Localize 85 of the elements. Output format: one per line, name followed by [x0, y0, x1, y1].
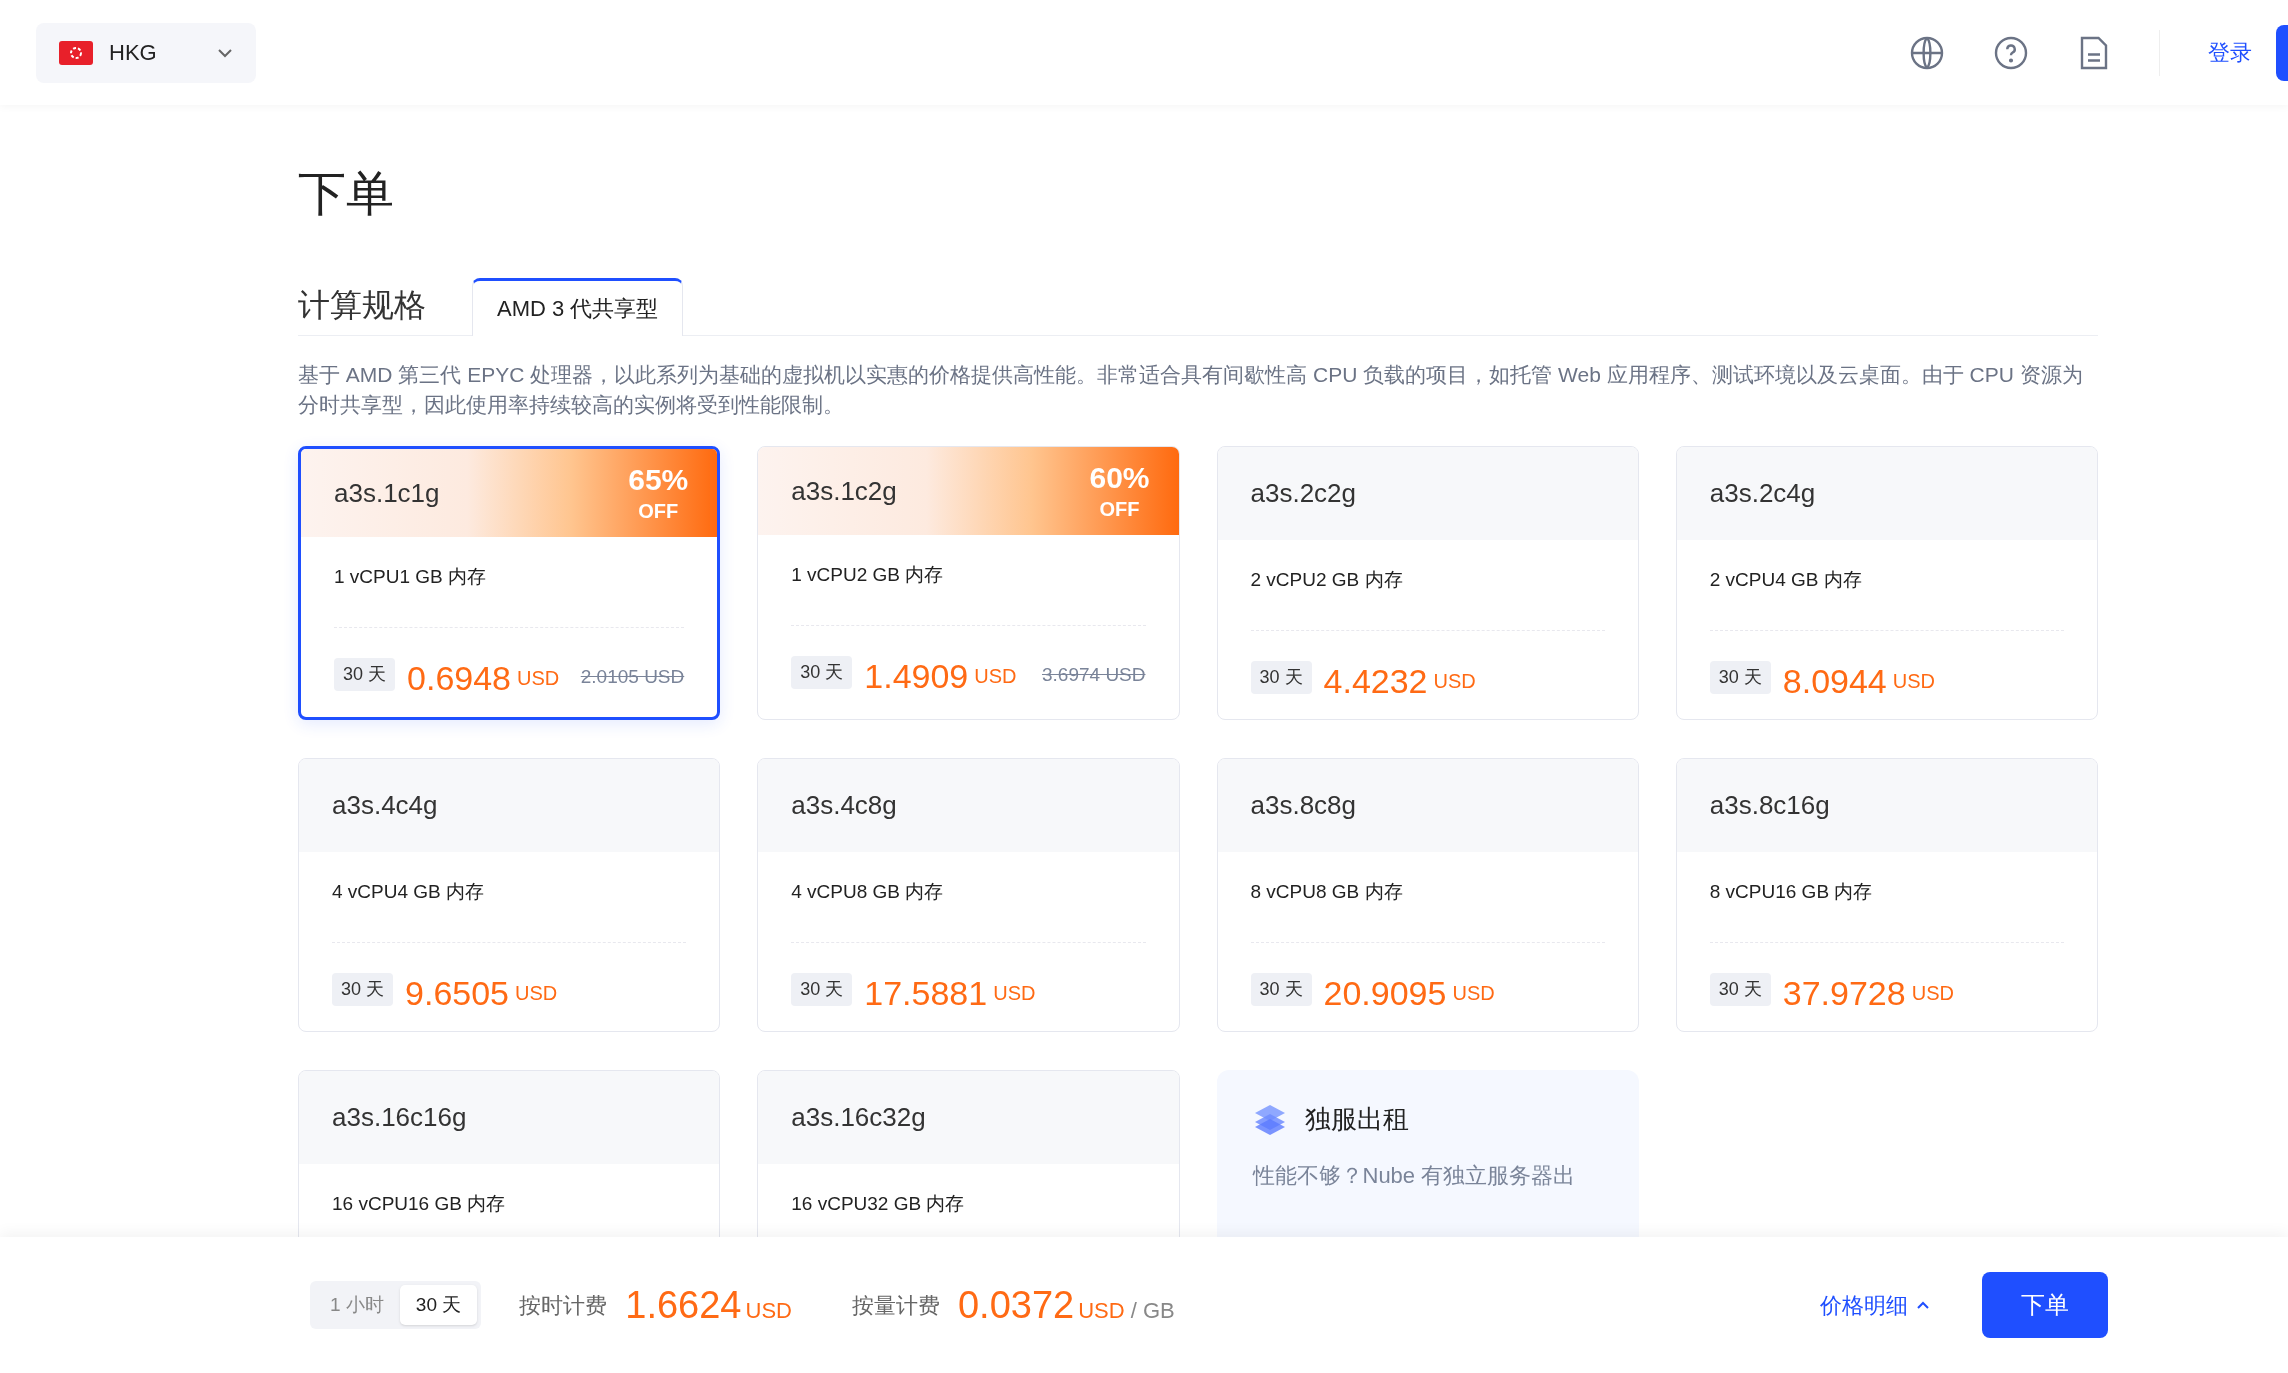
plan-name: a3s.16c32g	[791, 1101, 926, 1134]
billing-option[interactable]: 30 天	[399, 1285, 478, 1325]
price: 1.4909	[864, 658, 969, 693]
plan-name: a3s.1c1g	[334, 476, 440, 510]
period-tag: 30 天	[791, 972, 853, 1006]
usage-label: 按量计费	[851, 1291, 940, 1320]
promo-text: 性能不够？Nube 有独立服务器出	[1252, 1162, 1577, 1190]
login-link[interactable]: 登录	[2208, 36, 2252, 69]
discount-percent: 60%	[1089, 463, 1150, 493]
currency: USD	[1911, 980, 1954, 1006]
currency: USD	[517, 665, 560, 691]
plan-name: a3s.8c16g	[1709, 789, 1830, 822]
plan-name: a3s.4c8g	[791, 789, 897, 822]
plan-name: a3s.4c4g	[332, 789, 438, 822]
discount-percent: 65%	[628, 465, 689, 495]
currency: USD	[1433, 668, 1476, 694]
chevron-down-icon	[217, 47, 233, 58]
plan-spec: 1 vCPU2 GB 内存	[791, 563, 945, 587]
plan-name: a3s.1c2g	[791, 474, 897, 508]
plan-name: a3s.2c4g	[1709, 477, 1816, 510]
plan-spec: 4 vCPU8 GB 内存	[791, 880, 945, 904]
price: 0.6948	[407, 660, 512, 695]
period-tag: 30 天	[1250, 972, 1312, 1006]
globe-icon[interactable]	[1909, 34, 1945, 71]
price: 9.6505	[405, 975, 510, 1010]
period-tag: 30 天	[1250, 660, 1312, 694]
plan-card[interactable]: a3s.1c1g 65% OFF 1 vCPU1 GB 内存 30 天 0.6948 USD 2.0105 USD	[298, 446, 721, 720]
discount-off: OFF	[638, 501, 679, 521]
plan-card[interactable]: a3s.8c8g 8 vCPU8 GB 内存 30 天 20.9095 USD	[1216, 758, 1639, 1032]
currency: USD	[515, 980, 558, 1006]
help-icon[interactable]	[1993, 34, 2029, 71]
plan-card[interactable]: a3s.4c4g 4 vCPU4 GB 内存 30 天 9.6505 USD	[298, 758, 721, 1032]
plan-spec: 2 vCPU2 GB 内存	[1250, 568, 1404, 592]
plan-card[interactable]: a3s.2c2g 2 vCPU2 GB 内存 30 天 4.4232 USD	[1216, 446, 1639, 720]
plan-spec: 16 vCPU32 GB 内存	[791, 1192, 966, 1216]
plan-spec: 4 vCPU4 GB 内存	[332, 880, 486, 904]
price: 20.9095	[1323, 975, 1447, 1010]
currency: USD	[993, 980, 1036, 1006]
currency: USD	[1892, 668, 1935, 694]
original-price: 2.0105 USD	[580, 665, 685, 689]
tab[interactable]: AMD 3 代共享型	[472, 278, 684, 336]
plan-name: a3s.2c2g	[1250, 477, 1357, 510]
plan-card[interactable]: a3s.4c8g 4 vCPU8 GB 内存 30 天 17.5881 USD	[757, 758, 1180, 1032]
usage-unit: USD	[1078, 1296, 1125, 1325]
usage-price: 0.0372	[957, 1282, 1075, 1328]
page-title: 下单	[298, 170, 395, 218]
hourly-price: 1.6624	[625, 1282, 742, 1328]
period-tag: 30 天	[332, 972, 394, 1006]
currency: USD	[1452, 980, 1495, 1006]
price: 37.9728	[1782, 975, 1906, 1010]
hourly-unit: USD	[745, 1296, 792, 1325]
plan-card[interactable]: a3s.8c16g 8 vCPU16 GB 内存 30 天 37.9728 USD	[1675, 758, 2098, 1032]
currency: USD	[974, 663, 1017, 689]
period-tag: 30 天	[791, 655, 853, 689]
plan-spec: 1 vCPU1 GB 内存	[334, 565, 488, 589]
original-price: 3.6974 USD	[1042, 663, 1146, 687]
section-label: 计算规格	[298, 286, 426, 325]
plan-card[interactable]: a3s.16c32g 16 vCPU32 GB 内存	[757, 1070, 1180, 1237]
price: 17.5881	[864, 975, 988, 1010]
plan-card[interactable]: a3s.1c2g 60% OFF 1 vCPU2 GB 内存 30 天 1.4909 USD 3.6974 USD	[757, 446, 1180, 720]
flag-icon	[59, 40, 93, 65]
plan-name: a3s.16c16g	[332, 1101, 467, 1134]
price-details-link[interactable]: 价格明细	[1820, 1288, 1930, 1322]
order-button[interactable]: 下单	[1982, 1272, 2108, 1338]
cut-off-button[interactable]	[2276, 24, 2288, 81]
discount-off: OFF	[1099, 499, 1140, 519]
period-tag: 30 天	[1709, 972, 1771, 1006]
promo-card[interactable]: 独服出租 性能不够？Nube 有独立服务器出	[1216, 1070, 1639, 1237]
price: 8.0944	[1782, 663, 1887, 698]
plan-card[interactable]: a3s.2c4g 2 vCPU4 GB 内存 30 天 8.0944 USD	[1675, 446, 2098, 720]
period-tag: 30 天	[334, 657, 396, 691]
price: 4.4232	[1323, 663, 1428, 698]
region-select[interactable]: HKG	[36, 22, 256, 83]
plan-spec: 2 vCPU4 GB 内存	[1709, 568, 1863, 592]
plan-card[interactable]: a3s.16c16g 16 vCPU16 GB 内存	[298, 1070, 721, 1237]
plan-spec: 8 vCPU8 GB 内存	[1250, 880, 1404, 904]
promo-title: 独服出租	[1304, 1103, 1409, 1136]
chevron-up-icon	[1916, 1300, 1930, 1310]
plan-spec: 16 vCPU16 GB 内存	[332, 1192, 507, 1216]
plan-spec: 8 vCPU16 GB 内存	[1709, 880, 1874, 904]
plan-name: a3s.8c8g	[1250, 789, 1357, 822]
usage-suffix: / GB	[1130, 1296, 1175, 1325]
hourly-label: 按时计费	[519, 1291, 608, 1320]
description: 基于 AMD 第三代 EPYC 处理器，以此系列为基础的虚拟机以实惠的价格提供高性能。非常适合具有间歇性高 CPU 负载的项目，如托管 Web 应用程序、测试环境以及云桌面。由于 CPU 资源为分时共享型，因此使用率持续较高的实例将受到性能限制。	[298, 362, 2084, 418]
period-tag: 30 天	[1709, 660, 1771, 694]
